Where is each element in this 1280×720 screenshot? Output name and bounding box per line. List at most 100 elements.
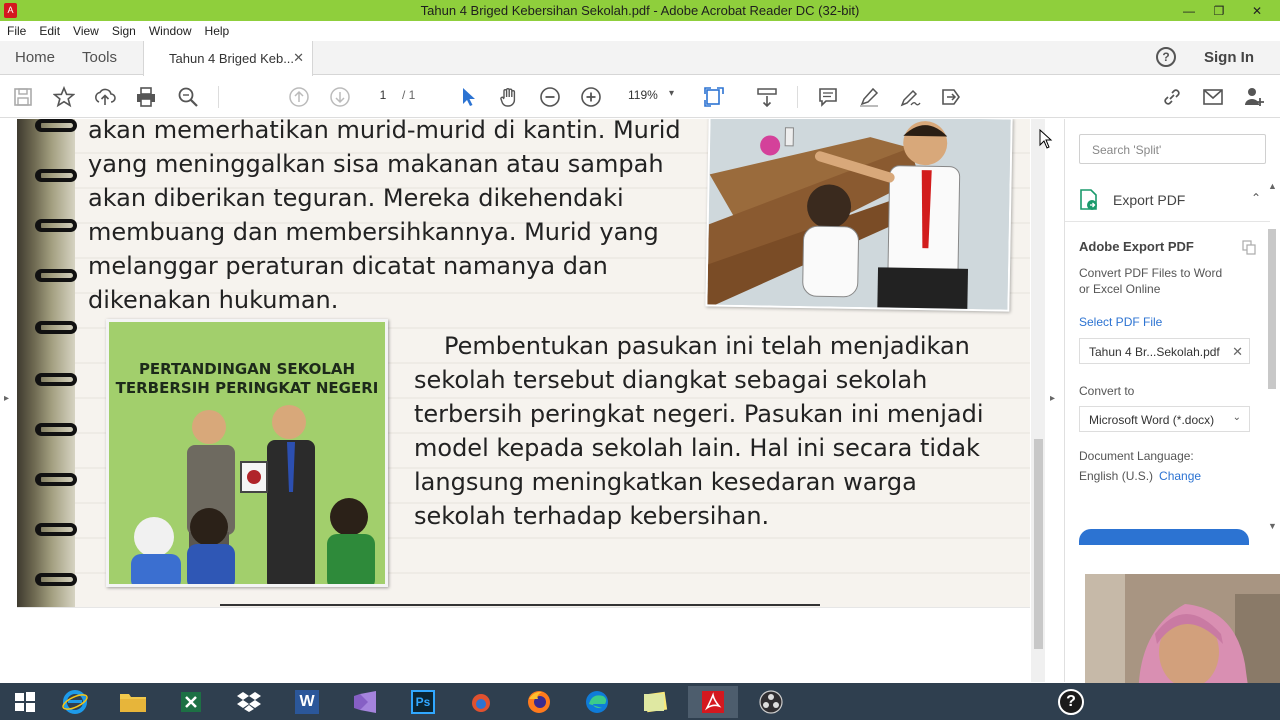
photoshop-icon[interactable]: Ps <box>398 686 448 718</box>
scroll-up-icon[interactable]: ▲ <box>1268 181 1277 191</box>
link-icon[interactable] <box>1160 85 1184 109</box>
sticky-notes-icon[interactable] <box>630 686 680 718</box>
sign-in-button[interactable]: Sign In <box>1204 49 1254 66</box>
zoom-level[interactable]: 119% <box>628 88 658 102</box>
visual-studio-icon[interactable] <box>340 686 390 718</box>
pdf-page: akan memerhatikan murid-murid di kantin.… <box>17 119 1030 607</box>
adobe-export-title: Adobe Export PDF <box>1079 239 1194 254</box>
star-icon[interactable] <box>52 85 76 109</box>
tab-close-icon[interactable]: ✕ <box>293 50 304 66</box>
menu-bar: File Edit View Sign Window Help <box>0 21 1280 41</box>
vertical-scrollbar[interactable] <box>1031 119 1045 682</box>
excel-icon[interactable] <box>166 686 216 718</box>
close-button[interactable]: ✕ <box>1234 0 1280 21</box>
obs-icon[interactable] <box>746 686 796 718</box>
page-down-icon[interactable] <box>328 85 352 109</box>
search-icon[interactable] <box>176 85 200 109</box>
scrollbar-thumb[interactable] <box>1034 439 1043 649</box>
window-controls: — ❐ ✕ <box>1174 0 1280 21</box>
tab-home[interactable]: Home <box>15 49 55 66</box>
spiral-ring <box>35 423 77 436</box>
menu-file[interactable]: File <box>7 24 26 38</box>
selected-file-field[interactable]: Tahun 4 Br...Sekolah.pdf ✕ <box>1079 338 1250 364</box>
spiral-ring <box>35 321 77 334</box>
spiral-ring <box>35 119 77 132</box>
maximize-button[interactable]: ❐ <box>1204 0 1234 21</box>
select-cursor-icon[interactable] <box>456 85 480 109</box>
scroll-mode-icon[interactable] <box>755 85 779 109</box>
add-user-icon[interactable] <box>1242 85 1266 109</box>
zoom-in-icon[interactable] <box>579 85 603 109</box>
banner-line-1: PERTANDINGAN SEKOLAH <box>138 360 356 378</box>
award-banner: PERTANDINGAN SEKOLAH TERBERSIH PERINGKAT… <box>109 360 385 398</box>
file-explorer-icon[interactable] <box>108 686 158 718</box>
copy-icon[interactable] <box>1241 239 1257 255</box>
select-pdf-file-link[interactable]: Select PDF File <box>1079 315 1162 329</box>
panel-scrollbar-thumb[interactable] <box>1268 229 1276 389</box>
convert-to-select[interactable]: Microsoft Word (*.docx) ⌄ <box>1079 406 1250 432</box>
cafeteria-illustration <box>705 119 1013 312</box>
panel-scrollbar[interactable]: ▲ ▼ <box>1266 181 1278 541</box>
adobe-export-description: Convert PDF Files to Word or Excel Onlin… <box>1079 266 1223 296</box>
page-number-input[interactable]: 1 <box>372 88 394 102</box>
acrobat-icon[interactable] <box>688 686 738 718</box>
windows-start-icon[interactable] <box>0 686 50 718</box>
hand-icon[interactable] <box>497 85 521 109</box>
document-language-value: English (U.S.) <box>1079 469 1154 483</box>
toolbar-separator <box>797 86 798 108</box>
remove-file-icon[interactable]: ✕ <box>1232 344 1243 360</box>
left-panel-toggle-icon[interactable]: ▸ <box>4 393 9 404</box>
help-icon[interactable]: ? <box>1156 47 1176 67</box>
zoom-out-icon[interactable] <box>538 85 562 109</box>
email-icon[interactable] <box>1201 85 1225 109</box>
convert-to-label: Convert to <box>1079 384 1135 398</box>
fit-page-icon[interactable] <box>702 85 726 109</box>
menu-window[interactable]: Window <box>149 24 192 38</box>
window-title: Tahun 4 Briged Kebersihan Sekolah.pdf - … <box>420 3 860 18</box>
page-up-icon[interactable] <box>287 85 311 109</box>
menu-view[interactable]: View <box>73 24 99 38</box>
share-icon[interactable] <box>939 85 963 109</box>
chevron-up-icon[interactable]: ⌃ <box>1251 191 1261 205</box>
word-icon[interactable]: W <box>282 686 332 718</box>
toolbar: 1 / 1 119% ▾ <box>0 76 1280 118</box>
document-view[interactable]: akan memerhatikan murid-murid di kantin.… <box>0 119 1064 682</box>
highlight-icon[interactable] <box>857 85 881 109</box>
internet-explorer-icon[interactable] <box>50 686 100 718</box>
menu-edit[interactable]: Edit <box>39 24 60 38</box>
page-edge <box>17 607 1030 608</box>
chevron-down-icon[interactable]: ▾ <box>669 88 674 99</box>
page-bottom-rule <box>220 604 820 606</box>
menu-sign[interactable]: Sign <box>112 24 136 38</box>
export-pdf-label: Export PDF <box>1113 192 1186 208</box>
paragraph-2: Pembentukan pasukan ini telah menjadikan… <box>414 332 984 530</box>
upload-icon[interactable] <box>93 85 117 109</box>
save-icon[interactable] <box>11 85 35 109</box>
mouse-cursor-icon <box>1039 129 1053 149</box>
toolbar-separator <box>218 86 219 108</box>
print-icon[interactable] <box>134 85 158 109</box>
sign-icon[interactable] <box>898 85 922 109</box>
convert-button[interactable] <box>1079 529 1249 545</box>
comment-icon[interactable] <box>816 85 840 109</box>
acrobat-app-icon[interactable]: A <box>4 3 17 18</box>
minimize-button[interactable]: — <box>1174 0 1204 21</box>
tab-document[interactable]: Tahun 4 Briged Keb... ✕ <box>143 41 313 76</box>
tools-search-input[interactable]: Search 'Split' <box>1079 134 1266 164</box>
spiral-ring <box>35 373 77 386</box>
title-bar: A Tahun 4 Briged Kebersihan Sekolah.pdf … <box>0 0 1280 21</box>
edge-icon[interactable] <box>572 686 622 718</box>
scroll-down-icon[interactable]: ▼ <box>1268 521 1277 531</box>
help-icon[interactable]: ? <box>1046 686 1096 718</box>
export-pdf-header[interactable]: Export PDF ⌃ <box>1079 189 1261 211</box>
tab-tools[interactable]: Tools <box>82 49 117 66</box>
change-language-link[interactable]: Change <box>1159 469 1201 483</box>
word-letter: W <box>295 690 319 714</box>
firefox-icon[interactable] <box>514 686 564 718</box>
dropbox-icon[interactable] <box>224 686 274 718</box>
right-panel-toggle-icon[interactable]: ▸ <box>1050 393 1055 404</box>
notebook-spine <box>17 119 77 607</box>
firefox-dev-icon[interactable] <box>456 686 506 718</box>
page-total: / 1 <box>402 88 416 102</box>
menu-help[interactable]: Help <box>205 24 230 38</box>
